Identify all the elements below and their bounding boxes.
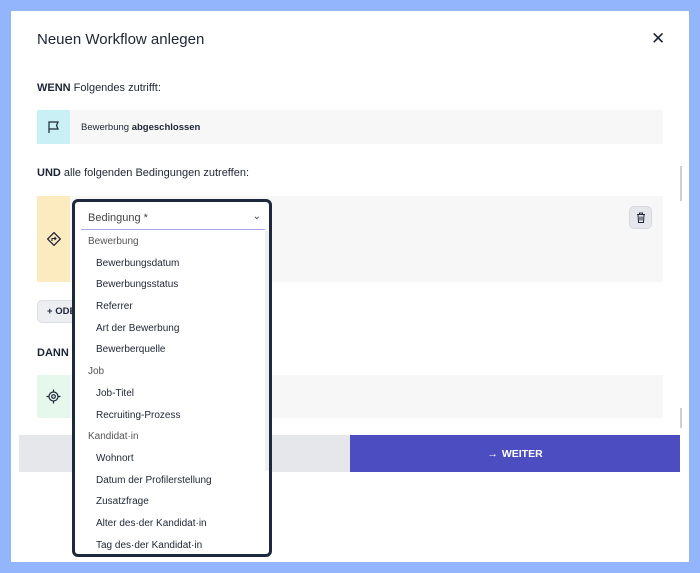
target-icon: [37, 375, 70, 418]
direction-sign-icon: [37, 196, 70, 282]
dropdown-scrollbar[interactable]: [265, 231, 269, 471]
dropdown-group-heading: Job: [88, 366, 105, 378]
next-button[interactable]: → WEITER: [350, 435, 680, 472]
und-label: UND alle folgenden Bedingungen zutreffen…: [37, 167, 250, 179]
trigger-box[interactable]: Bewerbung abgeschlossen: [37, 110, 663, 144]
dropdown-group-heading: Kandidat·in: [88, 431, 139, 443]
wenn-label: WENN Folgendes zutrifft:: [37, 82, 161, 94]
scrollbar-lower[interactable]: [680, 408, 682, 428]
condition-dropdown[interactable]: Bedingung * ⌄ Bewerbung Bewerbungsdatum Bew…: [72, 199, 272, 557]
arrow-right-icon: →: [487, 447, 498, 460]
dropdown-group-heading: Bewerbung: [88, 236, 139, 247]
dropdown-option[interactable]: Bewerbungsdatum: [81, 253, 265, 275]
modal-title: Neuen Workflow anlegen: [37, 31, 205, 48]
delete-condition-button[interactable]: [629, 206, 652, 229]
chevron-down-icon: ⌄: [252, 211, 261, 222]
dropdown-option[interactable]: Job-Titel: [81, 383, 265, 405]
dropdown-option[interactable]: Alter des·der Kandidat·in: [81, 513, 265, 535]
dropdown-option[interactable]: Wohnort: [81, 448, 265, 470]
condition-select[interactable]: Bedingung * ⌄: [81, 208, 265, 230]
dropdown-option[interactable]: Art der Bewerbung: [81, 318, 265, 340]
dropdown-option[interactable]: Zusatzfrage: [81, 491, 265, 513]
trigger-text: Bewerbung abgeschlossen: [81, 122, 201, 133]
dropdown-option[interactable]: Tag des·der Kandidat·in: [81, 535, 265, 554]
trash-icon: [636, 212, 645, 223]
dropdown-option[interactable]: Datum der Profilerstellung: [81, 470, 265, 492]
dropdown-option[interactable]: Bewerberquelle: [81, 339, 265, 361]
close-icon[interactable]: ✕: [651, 29, 665, 49]
scrollbar[interactable]: [680, 166, 682, 201]
dropdown-list: Bewerbung Bewerbungsdatum Bewerbungsstatus…: [81, 231, 265, 554]
flag-icon: [37, 110, 70, 144]
dropdown-option[interactable]: Recruiting-Prozess: [81, 405, 265, 427]
dropdown-option[interactable]: Bewerbungsstatus: [81, 274, 265, 296]
dropdown-option[interactable]: Referrer: [81, 296, 265, 318]
